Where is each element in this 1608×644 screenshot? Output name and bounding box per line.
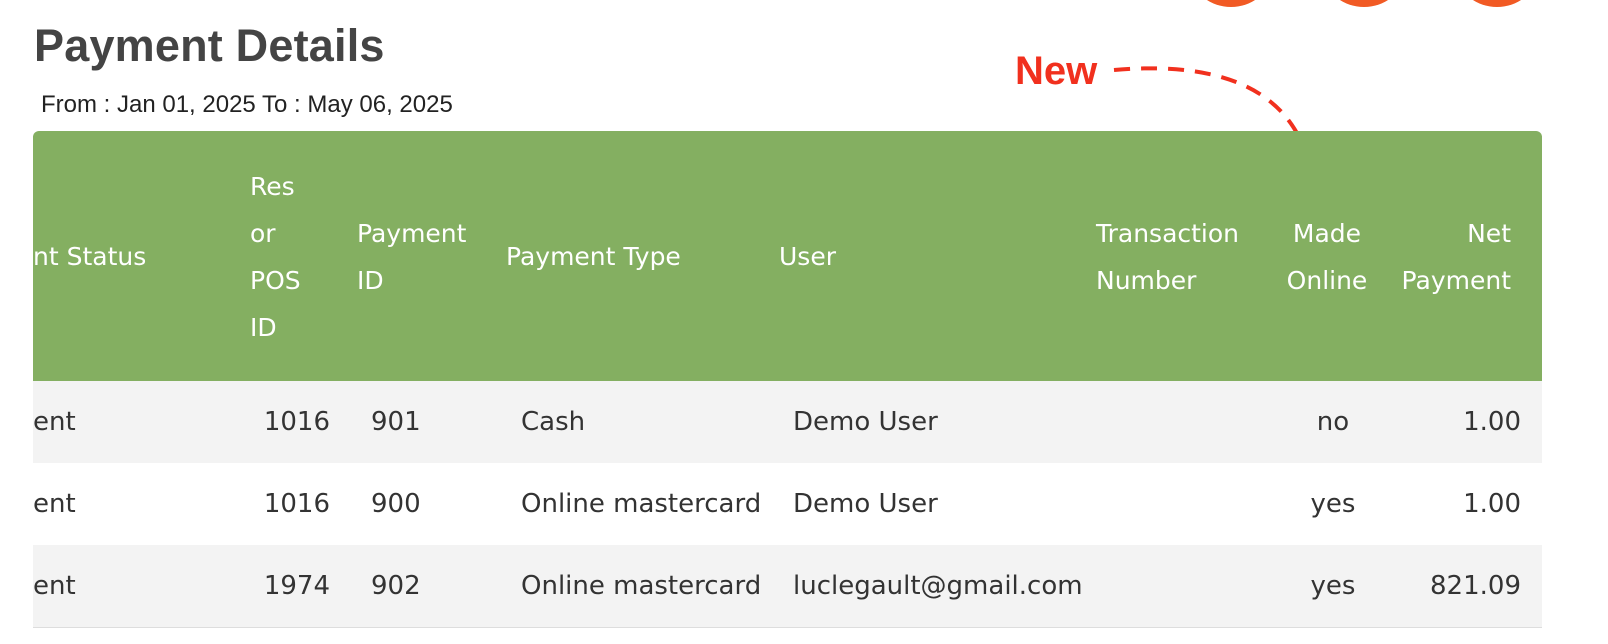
orange-circle-decoration bbox=[1459, 0, 1535, 7]
cell-status: ent bbox=[33, 489, 76, 519]
new-annotation-label: New bbox=[1015, 49, 1098, 93]
cell-res-pos-id: 1016 bbox=[263, 407, 330, 437]
cell-user: Demo User bbox=[793, 489, 938, 519]
cell-net-payment: 1.00 bbox=[1463, 407, 1521, 437]
header-payment-id[interactable]: Payment ID bbox=[357, 210, 466, 304]
cell-payment-id: 902 bbox=[371, 571, 421, 601]
cell-payment-id: 900 bbox=[371, 489, 421, 519]
table-header: nt Status Res or POS ID Payment ID Payme… bbox=[33, 131, 1542, 381]
cell-status: ent bbox=[33, 407, 76, 437]
header-status[interactable]: nt Status bbox=[33, 233, 146, 280]
cell-payment-type: Online mastercard bbox=[521, 489, 762, 519]
orange-circle-decoration bbox=[1193, 0, 1269, 7]
header-transaction-number[interactable]: Transaction Number bbox=[1096, 210, 1239, 304]
table-row: ent 1016 901 Cash Demo User no 1.00 bbox=[33, 381, 1542, 464]
cell-res-pos-id: 1974 bbox=[263, 571, 330, 601]
header-user[interactable]: User bbox=[779, 233, 836, 280]
cell-net-payment: 821.09 bbox=[1430, 571, 1521, 601]
cell-payment-type: Online mastercard bbox=[521, 571, 762, 601]
cell-made-online: yes bbox=[1310, 571, 1356, 601]
header-res-pos-id[interactable]: Res or POS ID bbox=[250, 163, 301, 351]
table-row: ent 1974 902 Online mastercard luclegaul… bbox=[33, 545, 1542, 628]
orange-circle-decoration bbox=[1326, 0, 1402, 7]
table-row: ent 1016 900 Online mastercard Demo User… bbox=[33, 463, 1542, 546]
cell-status: ent bbox=[33, 571, 76, 601]
payment-table: nt Status Res or POS ID Payment ID Payme… bbox=[33, 131, 1542, 644]
header-payment-type[interactable]: Payment Type bbox=[506, 233, 681, 280]
header-net-payment[interactable]: Net Payment bbox=[1392, 210, 1511, 304]
cell-payment-id: 901 bbox=[371, 407, 421, 437]
cell-user: luclegault@gmail.com bbox=[793, 571, 1083, 601]
cell-res-pos-id: 1016 bbox=[263, 489, 330, 519]
cell-user: Demo User bbox=[793, 407, 938, 437]
cell-payment-type: Cash bbox=[521, 407, 586, 437]
date-range: From : Jan 01, 2025 To : May 06, 2025 bbox=[41, 91, 453, 118]
page-title: Payment Details bbox=[34, 20, 385, 71]
cell-made-online: no bbox=[1316, 407, 1350, 437]
cell-made-online: yes bbox=[1310, 489, 1356, 519]
cell-net-payment: 1.00 bbox=[1463, 489, 1521, 519]
header-made-online[interactable]: Made Online bbox=[1277, 210, 1377, 304]
